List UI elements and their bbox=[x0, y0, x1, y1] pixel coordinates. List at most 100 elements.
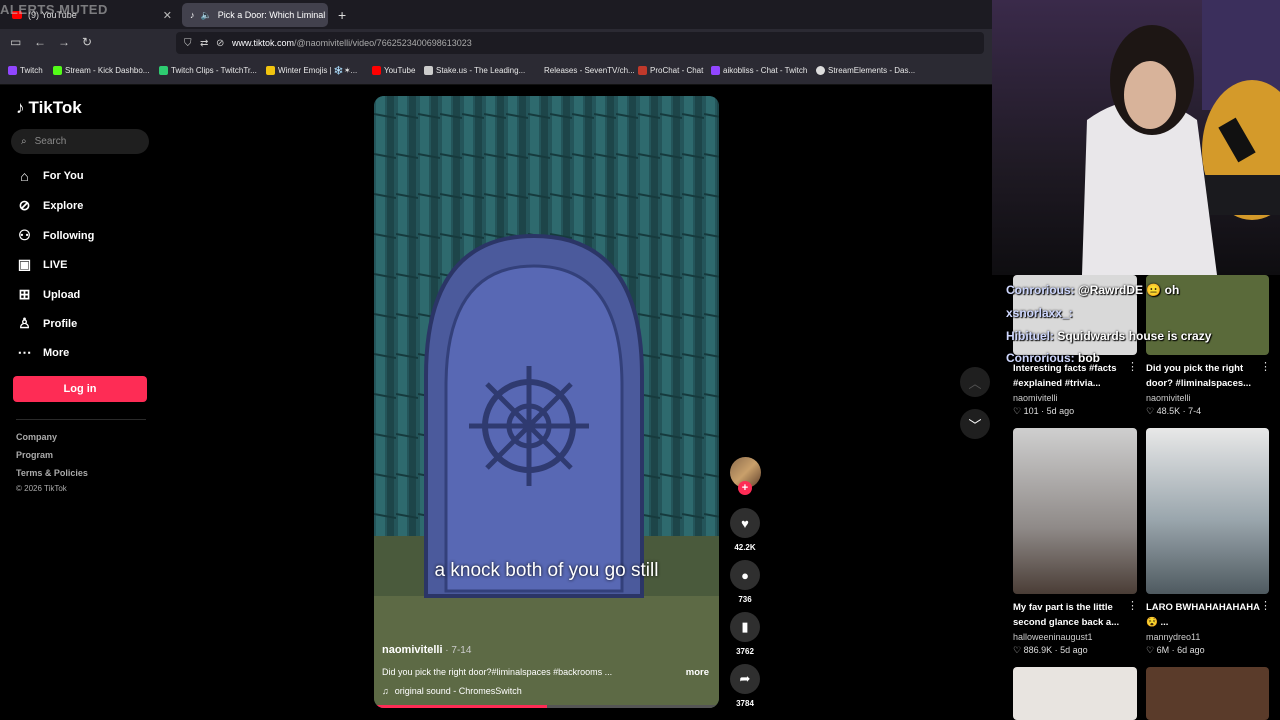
nav-for-you[interactable]: ⌂ For You bbox=[16, 168, 83, 184]
sidebar-toggle-icon[interactable]: ▭ bbox=[10, 35, 21, 49]
folder-icon bbox=[266, 66, 275, 75]
follow-button[interactable]: + bbox=[738, 481, 752, 495]
youtube-icon bbox=[372, 66, 381, 75]
bookmark-icon: ▮ bbox=[730, 612, 760, 642]
related-author[interactable]: naomivitelli bbox=[1146, 393, 1191, 403]
related-title[interactable]: Interesting facts #facts #explained #tri… bbox=[1013, 361, 1128, 391]
nav-live[interactable]: ▣ LIVE bbox=[16, 256, 68, 273]
save-button[interactable]: ▮ 3762 bbox=[730, 612, 760, 656]
video-player[interactable]: a knock both of you go still naomivitell… bbox=[374, 96, 719, 708]
nav-profile[interactable]: ♙ Profile bbox=[16, 315, 77, 332]
related-thumbnail[interactable] bbox=[1013, 428, 1137, 594]
more-options-icon[interactable]: ⋮ bbox=[1260, 599, 1271, 612]
like-button[interactable]: ♥ 42.2K bbox=[730, 508, 760, 552]
close-icon[interactable]: ✕ bbox=[163, 9, 172, 22]
video-author[interactable]: naomivitelli · 7-14 bbox=[382, 644, 471, 656]
bookmark-item[interactable]: ProChat - Chat bbox=[638, 66, 703, 75]
bookmark-label: Stream - Kick Dashbo... bbox=[65, 66, 150, 75]
related-thumbnail[interactable] bbox=[1146, 667, 1269, 720]
bookmark-item[interactable]: Stream - Kick Dashbo... bbox=[53, 66, 149, 75]
search-placeholder: Search bbox=[34, 136, 67, 147]
nav-upload[interactable]: ⊞ Upload bbox=[16, 286, 81, 303]
chevron-up-icon: ︿ bbox=[968, 375, 982, 391]
new-tab-button[interactable]: + bbox=[334, 3, 354, 27]
upload-icon: ⊞ bbox=[18, 286, 31, 302]
tiktok-icon: ♪ bbox=[16, 98, 25, 117]
chat-username: Hibituel: bbox=[1006, 329, 1054, 343]
bookmark-item[interactable]: Twitch bbox=[8, 66, 43, 75]
login-button[interactable]: Log in bbox=[13, 376, 147, 402]
tiktok-logo[interactable]: ♪ TikTok bbox=[16, 98, 82, 118]
bookmark-label: Twitch bbox=[20, 66, 43, 75]
speaker-icon[interactable]: 🔈 bbox=[201, 10, 212, 21]
author-name: naomivitelli bbox=[382, 644, 443, 656]
url-bar[interactable]: ⛉ ⇄ ⊘ www.tiktok.com/@naomivitelli/video… bbox=[176, 32, 984, 54]
more-options-icon[interactable]: ⋮ bbox=[1260, 360, 1271, 373]
video-progress-bar[interactable] bbox=[374, 705, 719, 708]
progress-fill bbox=[374, 705, 547, 708]
sidebar-divider bbox=[16, 419, 146, 420]
bookmark-item[interactable]: Stake.us - The Leading... bbox=[424, 66, 525, 75]
nav-label: Following bbox=[43, 229, 95, 242]
chat-text: Squidwards house is crazy bbox=[1057, 329, 1212, 343]
related-thumbnail[interactable] bbox=[1146, 428, 1269, 594]
related-title[interactable]: Did you pick the right door? #liminalspa… bbox=[1146, 361, 1261, 391]
following-icon: ⚇ bbox=[18, 227, 31, 243]
share-count: 3784 bbox=[736, 699, 754, 708]
blocked-icon[interactable]: ⊘ bbox=[216, 38, 224, 49]
footer-terms-link[interactable]: Terms & Policies bbox=[16, 468, 88, 478]
chat-username: xsnorlaxx_: bbox=[1006, 306, 1073, 320]
bookmark-label: aikobliss - Chat - Twitch bbox=[723, 66, 808, 75]
nav-label: Profile bbox=[43, 317, 78, 330]
bookmark-item[interactable]: aikobliss - Chat - Twitch bbox=[711, 66, 807, 75]
bookmark-item[interactable]: Releases - SevenTV/ch... bbox=[532, 66, 635, 75]
related-author[interactable]: mannydreo11 bbox=[1146, 632, 1200, 642]
reload-icon[interactable]: ↻ bbox=[82, 35, 92, 49]
search-icon: ⌕ bbox=[21, 136, 27, 147]
bookmarks-bar: Twitch Stream - Kick Dashbo... Twitch Cl… bbox=[0, 57, 992, 85]
comment-button[interactable]: ● 736 bbox=[730, 560, 760, 604]
comment-icon: ● bbox=[730, 560, 760, 590]
webcam-feed bbox=[992, 0, 1280, 275]
bookmark-item[interactable]: Twitch Clips - TwitchTr... bbox=[159, 66, 257, 75]
chat-message: Conrorious: bob bbox=[1006, 351, 1100, 365]
related-author[interactable]: naomivitelli bbox=[1013, 393, 1058, 403]
twitch-icon bbox=[8, 66, 17, 75]
previous-video-button[interactable]: ︿ bbox=[960, 367, 990, 397]
forward-icon[interactable]: → bbox=[58, 35, 70, 49]
save-count: 3762 bbox=[736, 647, 754, 656]
bookmark-item[interactable]: StreamElements - Das... bbox=[816, 66, 915, 75]
bookmark-label: Stake.us - The Leading... bbox=[436, 66, 526, 75]
related-author[interactable]: halloweeninaugust1 bbox=[1013, 632, 1093, 642]
more-button[interactable]: more bbox=[686, 667, 709, 678]
footer-company-link[interactable]: Company bbox=[16, 432, 57, 442]
logo-text: TikTok bbox=[28, 98, 82, 117]
chat-text: bob bbox=[1078, 351, 1101, 365]
nav-explore[interactable]: ⊘ Explore bbox=[16, 197, 84, 214]
nav-more[interactable]: ⋯ More bbox=[16, 344, 70, 361]
back-icon[interactable]: ← bbox=[34, 35, 46, 49]
chat-message: xsnorlaxx_: bbox=[1006, 306, 1073, 320]
nav-label: Explore bbox=[43, 199, 84, 212]
video-sound[interactable]: ♫ original sound - ChromesSwitch bbox=[382, 686, 522, 696]
related-title[interactable]: My fav part is the little second glance … bbox=[1013, 600, 1128, 630]
related-stats: ♡ 6M · 6d ago bbox=[1146, 645, 1205, 655]
bookmark-item[interactable]: Winter Emojis | ❄️✶... bbox=[266, 66, 357, 75]
related-title[interactable]: LARO BWHAHAHAHAHA 😵 ... bbox=[1146, 600, 1261, 630]
seventv-icon bbox=[532, 66, 541, 75]
permissions-icon[interactable]: ⇄ bbox=[200, 38, 208, 49]
kick-icon bbox=[53, 66, 62, 75]
share-button[interactable]: ➦ 3784 bbox=[730, 664, 760, 708]
nav-following[interactable]: ⚇ Following bbox=[16, 227, 94, 244]
next-video-button[interactable]: ﹀ bbox=[960, 409, 990, 439]
search-input[interactable]: ⌕ Search bbox=[11, 129, 149, 154]
bookmark-item[interactable]: YouTube bbox=[372, 66, 415, 75]
related-thumbnail[interactable] bbox=[1013, 667, 1137, 720]
more-options-icon[interactable]: ⋮ bbox=[1127, 360, 1138, 373]
url-host: www.tiktok.com bbox=[232, 38, 295, 48]
more-options-icon[interactable]: ⋮ bbox=[1127, 599, 1138, 612]
shield-icon[interactable]: ⛉ bbox=[184, 38, 192, 49]
tab-tiktok[interactable]: ♪ 🔈 Pick a Door: Which Liminal ✕ bbox=[182, 3, 328, 27]
bookmark-label: Twitch Clips - TwitchTr... bbox=[171, 66, 257, 75]
footer-program-link[interactable]: Program bbox=[16, 450, 53, 460]
